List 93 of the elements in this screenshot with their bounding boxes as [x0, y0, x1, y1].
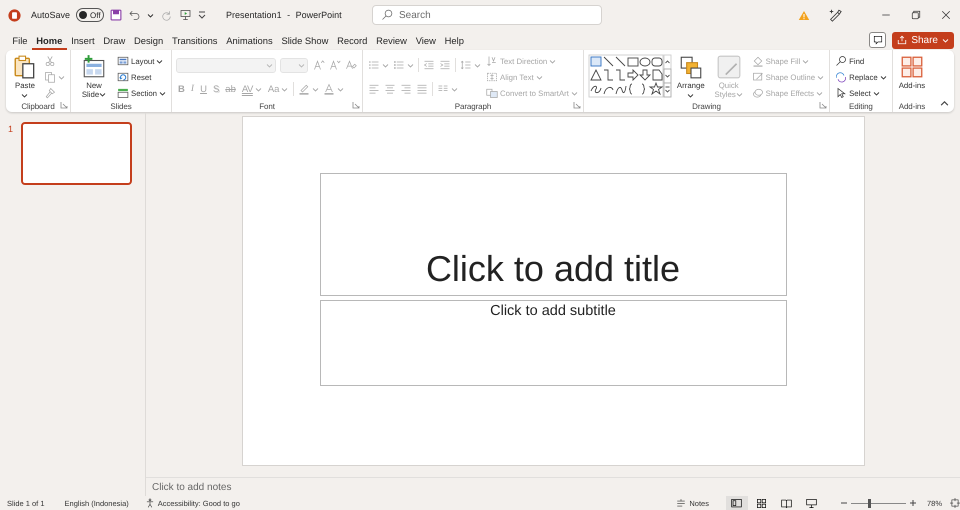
- accessibility-icon: [144, 498, 155, 508]
- quick-styles-icon: [716, 54, 742, 80]
- align-center-icon: [384, 83, 396, 95]
- autosave-toggle[interactable]: Off: [76, 8, 104, 22]
- search-icon: [381, 9, 393, 21]
- group-label: Font: [259, 102, 275, 110]
- justify-icon: [416, 83, 428, 95]
- ribbon-tab[interactable]: Insert: [66, 30, 99, 50]
- grow-font-icon: [313, 59, 326, 71]
- text-direction-icon: [486, 55, 498, 67]
- brush-icon: [44, 87, 56, 99]
- fit-to-window-icon[interactable]: [950, 498, 960, 508]
- ribbon-tab[interactable]: File: [8, 30, 32, 50]
- cursor-icon: [835, 87, 848, 99]
- group-label: Clipboard: [21, 102, 55, 110]
- paint-bucket-icon: [752, 55, 764, 67]
- search-icon: [835, 55, 848, 67]
- undo-icon[interactable]: [128, 9, 142, 21]
- numbered-list-icon: [393, 59, 406, 71]
- slide-number: 1: [8, 124, 13, 134]
- group-label: Editing: [849, 102, 873, 110]
- title-placeholder[interactable]: Click to add title: [320, 173, 786, 296]
- search-field[interactable]: Search: [372, 5, 602, 25]
- share-icon: [897, 35, 908, 45]
- align-left-icon: [368, 83, 380, 95]
- caret-icon: [942, 36, 949, 44]
- group-label: Drawing: [692, 102, 721, 110]
- highlighter-icon: [298, 83, 310, 95]
- ribbon-tab[interactable]: View: [411, 30, 440, 50]
- dialog-launcher-icon[interactable]: [819, 101, 828, 109]
- section-icon: [117, 87, 129, 99]
- dialog-launcher-icon[interactable]: [572, 101, 581, 109]
- bullets-icon: [368, 59, 380, 71]
- restore-icon[interactable]: [910, 9, 922, 21]
- clear-format-icon: [345, 59, 358, 71]
- dialog-launcher-icon[interactable]: [60, 101, 68, 109]
- reset-icon: [117, 71, 129, 83]
- ribbon-tab[interactable]: Design: [130, 30, 168, 50]
- collapse-ribbon-icon[interactable]: [940, 99, 949, 108]
- slideshow-icon: [806, 498, 818, 508]
- ribbon-tab[interactable]: Slide Show: [277, 30, 333, 50]
- autosave-label: AutoSave: [31, 10, 70, 20]
- customize-icon[interactable]: [198, 10, 206, 20]
- save-icon[interactable]: [110, 9, 122, 21]
- group-label: Slides: [110, 102, 132, 110]
- zoom-in-icon[interactable]: [908, 499, 917, 507]
- ribbon-tab[interactable]: Review: [372, 30, 412, 50]
- app-logo-icon: [8, 8, 21, 22]
- ribbon-tab[interactable]: Record: [332, 30, 372, 50]
- ribbon-tab[interactable]: Draw: [98, 30, 130, 50]
- notes-placeholder[interactable]: Click to add notes: [152, 482, 232, 492]
- window-title: Presentation1 - PowerPoint: [226, 10, 342, 20]
- outdent-icon: [423, 59, 436, 71]
- indent-icon: [439, 59, 452, 71]
- arrange-icon: [678, 54, 704, 80]
- group-label: Add-ins: [898, 102, 926, 110]
- reading-view-icon: [781, 498, 792, 508]
- font-color-icon: [323, 83, 336, 95]
- caret-icon: [147, 12, 154, 18]
- subtitle-placeholder[interactable]: Click to add subtitle: [320, 300, 786, 386]
- close-icon[interactable]: [940, 9, 952, 21]
- ribbon-tab[interactable]: Transitions: [168, 30, 222, 50]
- comments-button[interactable]: [869, 32, 886, 48]
- group-label: Paragraph: [454, 102, 492, 110]
- copy-icon: [44, 71, 56, 83]
- slide-sorter-icon: [756, 498, 768, 508]
- notes-icon: [676, 498, 686, 508]
- layout-icon: [117, 55, 129, 67]
- warning-icon[interactable]: [798, 10, 810, 20]
- ribbon-tab[interactable]: Animations: [222, 30, 278, 50]
- shape-effects-icon: [752, 87, 764, 99]
- shapes-gallery[interactable]: [588, 54, 672, 98]
- align-right-icon: [400, 83, 412, 95]
- slide-thumbnail[interactable]: [21, 122, 132, 185]
- shrink-font-icon: [329, 59, 342, 71]
- pencil-icon: [752, 71, 764, 83]
- redo-icon[interactable]: [160, 9, 174, 21]
- new-slide-icon: [81, 54, 107, 80]
- present-icon[interactable]: [179, 9, 192, 21]
- comment-icon: [872, 35, 883, 45]
- pen-icon[interactable]: [828, 8, 842, 22]
- ribbon-tab[interactable]: Help: [440, 30, 468, 50]
- slider-thumb[interactable]: [868, 498, 872, 508]
- share-button[interactable]: Share: [892, 32, 954, 48]
- dialog-launcher-icon[interactable]: [352, 101, 360, 109]
- normal-view-icon: [731, 498, 742, 508]
- scissors-icon: [44, 55, 56, 67]
- line-spacing-icon: [460, 59, 472, 71]
- add-ins-icon: [898, 54, 925, 80]
- smartart-icon: [486, 87, 498, 99]
- align-text-icon: [486, 71, 498, 83]
- replace-icon: [835, 71, 848, 83]
- view-button[interactable]: [726, 496, 748, 510]
